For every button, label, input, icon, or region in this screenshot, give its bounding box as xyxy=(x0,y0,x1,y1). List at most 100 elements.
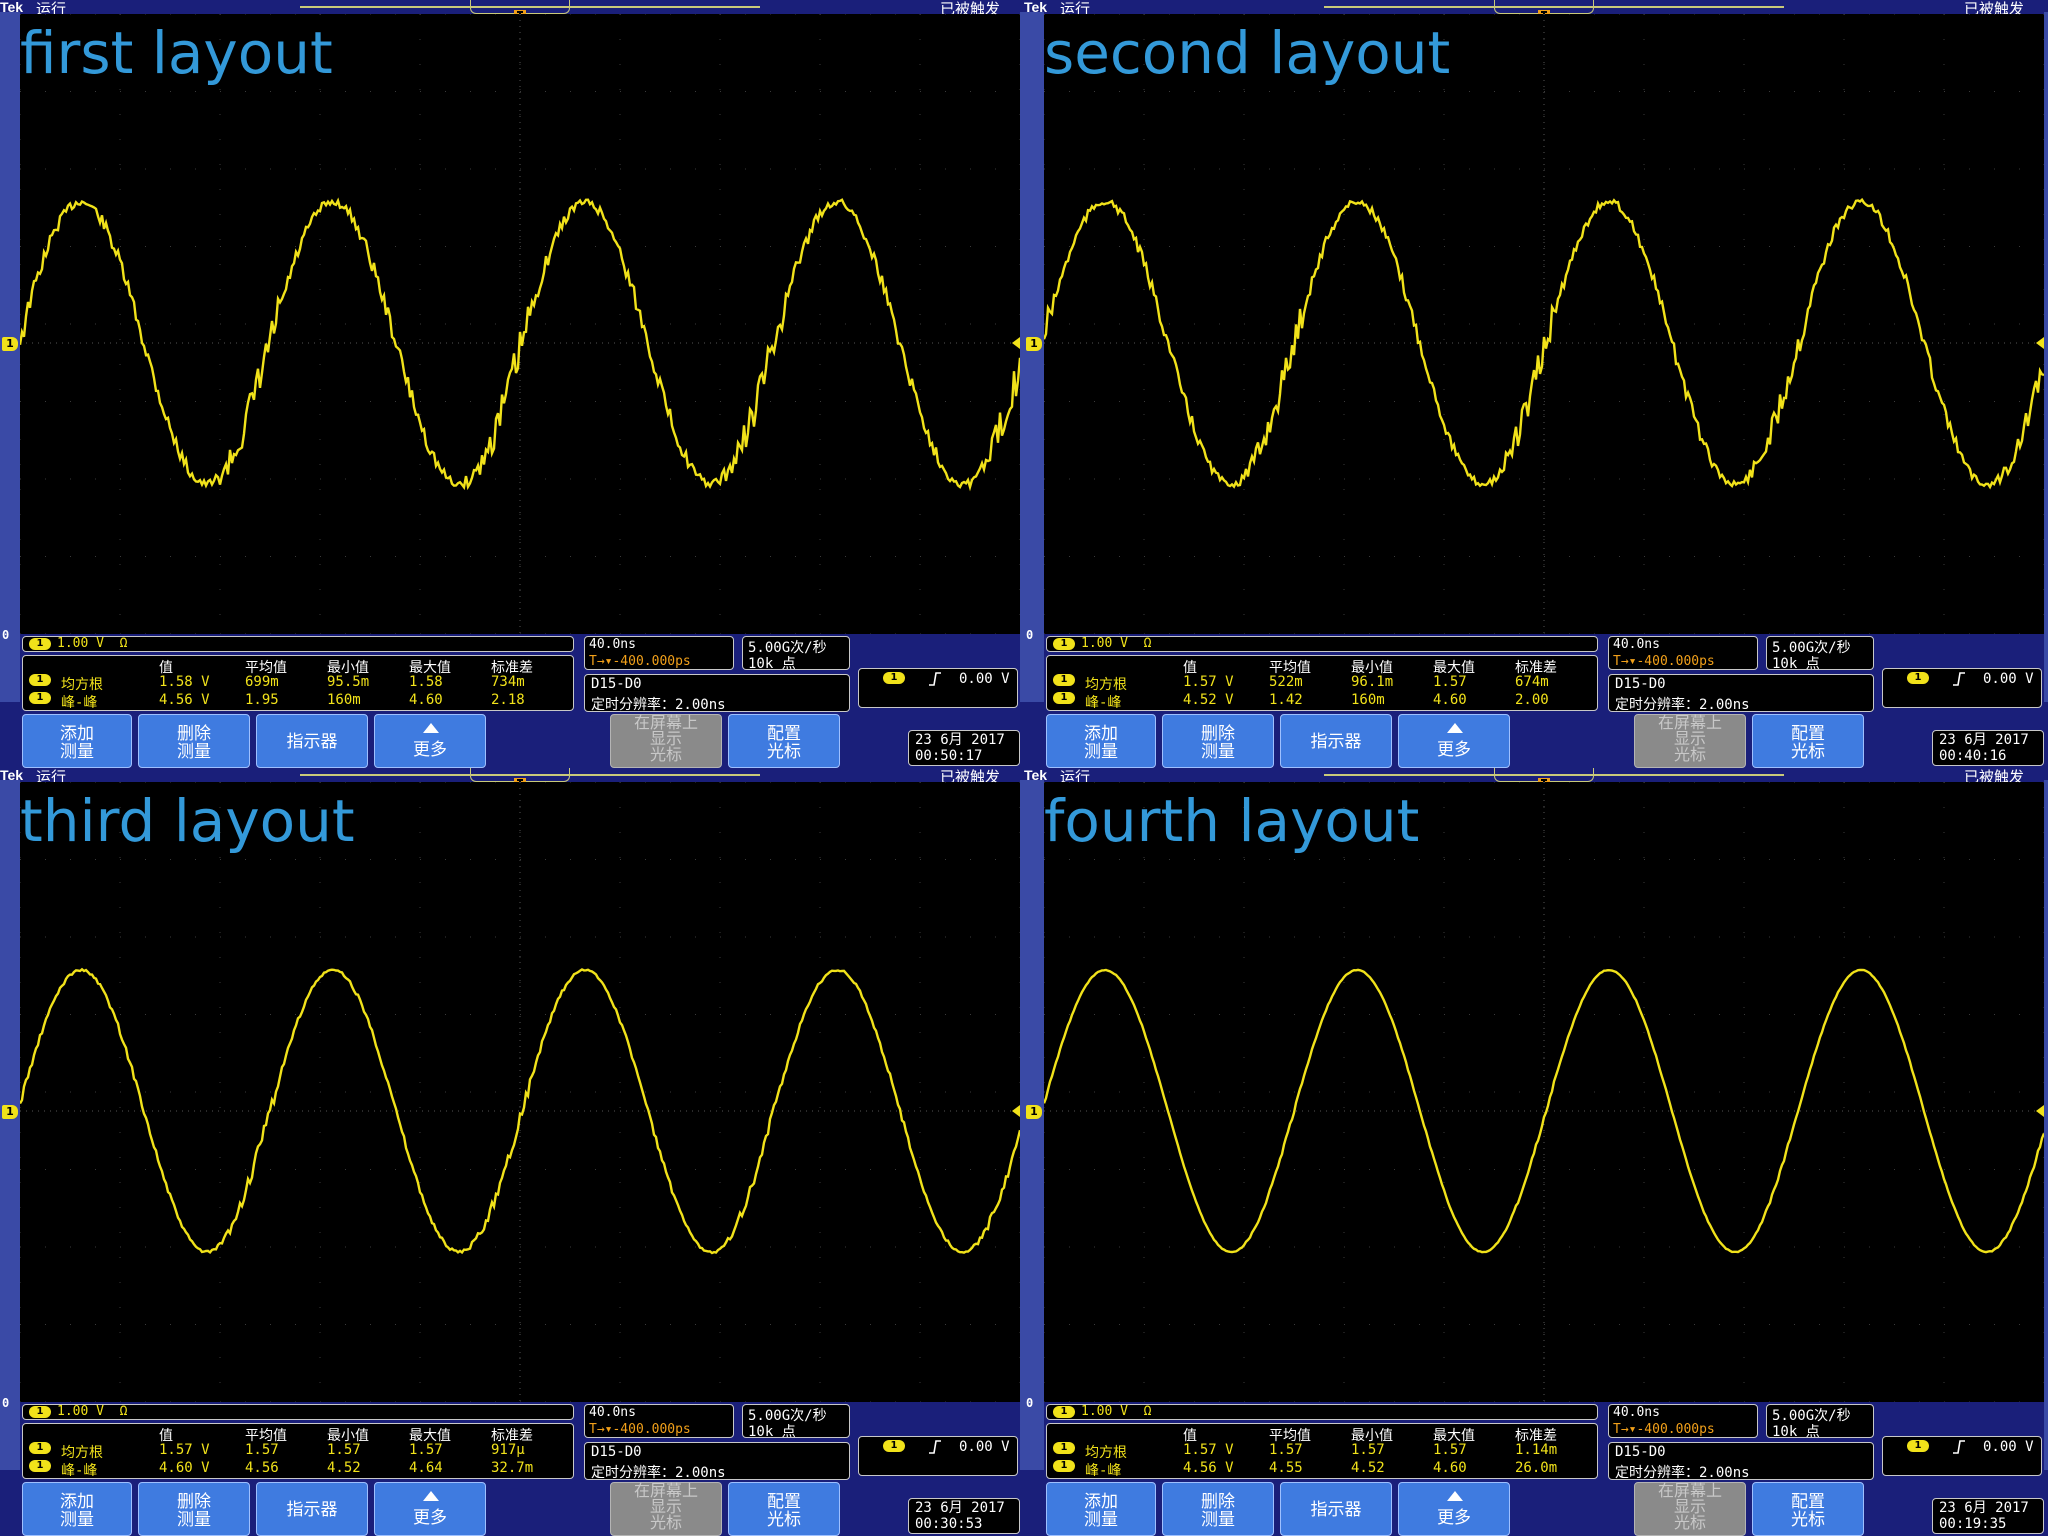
channel-scale: 1.00 V xyxy=(1081,1404,1128,1419)
trigger-readout[interactable]: 1 0.00 V xyxy=(1882,1436,2042,1476)
trigger-level-icon[interactable] xyxy=(1012,337,1020,349)
show-cursors-button[interactable]: 在屏幕上 显示 光标 xyxy=(1634,714,1746,768)
indicator-button[interactable]: 指示器 xyxy=(256,714,368,768)
configure-cursors-button[interactable]: 配置 光标 xyxy=(1752,1482,1864,1536)
rising-edge-icon xyxy=(1953,672,1965,686)
add-measurement-button[interactable]: 添加 测量 xyxy=(1046,714,1156,768)
rms-min: 96.1m xyxy=(1351,674,1394,690)
measurement-table[interactable]: 值 平均值 最小值 最大值 标准差 1 均方根 1.58 V 699m 95.5… xyxy=(22,655,574,711)
timebase-readout[interactable]: 40.0ns T→▾-400.000ps xyxy=(584,1404,734,1438)
right-frame xyxy=(2044,12,2048,702)
channel-scale: 1.00 V xyxy=(1081,636,1128,651)
time: 00:30:53 xyxy=(915,1516,983,1532)
channel-scale-readout[interactable]: 1 1.00 V Ω xyxy=(1046,1404,1598,1420)
date-time: 23 6月 2017 00:19:35 xyxy=(1932,1498,2044,1534)
more-button[interactable]: 更多 xyxy=(374,714,486,768)
more-label: 更多 xyxy=(413,740,447,760)
configure-cursors-button[interactable]: 配置 光标 xyxy=(728,1482,840,1536)
trigger-level: 0.00 V xyxy=(1983,671,2034,687)
pkpk-max: 4.60 xyxy=(1433,692,1467,708)
show-cursors-button[interactable]: 在屏幕上 显示 光标 xyxy=(1634,1482,1746,1536)
trigger-source-badge: 1 xyxy=(1907,672,1929,684)
configure-cursors-button[interactable]: 配置 光标 xyxy=(1752,714,1864,768)
waveform-display[interactable]: second layout xyxy=(1044,14,2044,634)
trigger-level-icon[interactable] xyxy=(2036,1105,2044,1117)
measurement-table[interactable]: 值 平均值 最小值 最大值 标准差 1 均方根 1.57 V 1.57 1.57… xyxy=(22,1423,574,1479)
indicator-button[interactable]: 指示器 xyxy=(1280,714,1392,768)
show-cursors-button[interactable]: 在屏幕上 显示 光标 xyxy=(610,714,722,768)
measurement-row-rms: 1 均方根 1.57 V 522m 96.1m 1.57 674m xyxy=(1047,674,1599,693)
configure-cursors-button[interactable]: 配置 光标 xyxy=(728,714,840,768)
status-bar: Tek 运行 已被触发 xyxy=(1024,768,2048,786)
channel-scale-readout[interactable]: 1 1.00 V Ω xyxy=(22,636,574,652)
acquisition-readout[interactable]: 5.00G次/秒 10k 点 xyxy=(742,1404,850,1440)
waveform-display[interactable]: first layout xyxy=(20,14,1020,634)
trigger-readout[interactable]: 1 0.00 V xyxy=(858,668,1018,708)
trigger-level-icon[interactable] xyxy=(1012,1105,1020,1117)
digital-channels-readout[interactable]: D15-D0 定时分辨率：2.00ns xyxy=(1608,1442,1874,1481)
waveform-display[interactable]: third layout xyxy=(20,782,1020,1402)
digital-channels-readout[interactable]: D15-D0 定时分辨率：2.00ns xyxy=(584,1442,850,1481)
left-frame xyxy=(0,780,20,1470)
rms-value: 1.57 V xyxy=(159,1442,210,1458)
channel-1-marker[interactable]: 1 xyxy=(2,337,18,351)
more-button[interactable]: 更多 xyxy=(374,1482,486,1536)
show-cursors-button[interactable]: 在屏幕上 显示 光标 xyxy=(610,1482,722,1536)
measurement-table[interactable]: 值 平均值 最小值 最大值 标准差 1 均方根 1.57 V 1.57 1.57… xyxy=(1046,1423,1598,1479)
channel-badge: 1 xyxy=(1053,674,1075,686)
rms-max: 1.58 xyxy=(409,674,443,690)
delete-measurement-button[interactable]: 删除 测量 xyxy=(1162,714,1274,768)
add-measurement-button[interactable]: 添加 测量 xyxy=(22,714,132,768)
rms-value: 1.57 V xyxy=(1183,1442,1234,1458)
delete-measurement-button[interactable]: 删除 测量 xyxy=(138,1482,250,1536)
acquisition-readout[interactable]: 5.00G次/秒 10k 点 xyxy=(1766,1404,1874,1440)
delete-measurement-button[interactable]: 删除 测量 xyxy=(138,714,250,768)
measurement-table[interactable]: 值 平均值 最小值 最大值 标准差 1 均方根 1.57 V 522m 96.1… xyxy=(1046,655,1598,711)
indicator-button[interactable]: 指示器 xyxy=(1280,1482,1392,1536)
channel-1-marker[interactable]: 1 xyxy=(1026,337,1042,351)
digital-channels-readout[interactable]: D15-D0 定时分辨率：2.00ns xyxy=(584,674,850,713)
rising-edge-icon xyxy=(929,1440,941,1454)
measurement-label: 均方根 xyxy=(61,1445,103,1461)
timebase-readout[interactable]: 40.0ns T→▾-400.000ps xyxy=(584,636,734,670)
right-frame xyxy=(2044,780,2048,1470)
channel-badge: 1 xyxy=(1053,1405,1075,1418)
add-measurement-button[interactable]: 添加 测量 xyxy=(1046,1482,1156,1536)
channel-1-marker[interactable]: 1 xyxy=(2,1105,18,1119)
indicator-button[interactable]: 指示器 xyxy=(256,1482,368,1536)
digital-channels-readout[interactable]: D15-D0 定时分辨率：2.00ns xyxy=(1608,674,1874,713)
impedance-icon: Ω xyxy=(1143,636,1152,651)
timebase-scale: 40.0ns xyxy=(589,1405,636,1420)
acquisition-readout[interactable]: 5.00G次/秒 10k 点 xyxy=(1766,636,1874,672)
measurement-label: 峰-峰 xyxy=(61,695,98,711)
channel-scale-readout[interactable]: 1 1.00 V Ω xyxy=(1046,636,1598,652)
more-button[interactable]: 更多 xyxy=(1398,1482,1510,1536)
timing-resolution: 定时分辨率：2.00ns xyxy=(591,697,726,713)
trigger-level-icon[interactable] xyxy=(2036,337,2044,349)
record-length: 10k 点 xyxy=(1772,1424,1820,1440)
timebase-readout[interactable]: 40.0ns T→▾-400.000ps xyxy=(1608,636,1758,670)
more-button[interactable]: 更多 xyxy=(1398,714,1510,768)
channel-scale-readout[interactable]: 1 1.00 V Ω xyxy=(22,1404,574,1420)
pkpk-mean: 4.56 xyxy=(245,1460,279,1476)
more-label: 更多 xyxy=(1437,1508,1471,1528)
timebase-readout[interactable]: 40.0ns T→▾-400.000ps xyxy=(1608,1404,1758,1438)
add-measurement-button[interactable]: 添加 测量 xyxy=(22,1482,132,1536)
rms-value: 1.57 V xyxy=(1183,674,1234,690)
waveform-display[interactable]: fourth layout xyxy=(1044,782,2044,1402)
layout-title: first layout xyxy=(20,19,333,87)
scope-screenshot-3: Tek 运行 已被触发 third layout 1 0 1 1.00 V Ω 值… xyxy=(0,768,1024,1536)
ground-marker: 0 xyxy=(2,1396,10,1410)
trigger-readout[interactable]: 1 0.00 V xyxy=(1882,668,2042,708)
trigger-readout[interactable]: 1 0.00 V xyxy=(858,1436,1018,1476)
status-bar: Tek 运行 已被触发 xyxy=(0,768,1024,786)
channel-badge: 1 xyxy=(29,1460,51,1472)
rms-min: 1.57 xyxy=(1351,1442,1385,1458)
measurement-header: 值 平均值 最小值 最大值 标准差 xyxy=(1047,1425,1599,1444)
channel-1-marker[interactable]: 1 xyxy=(1026,1105,1042,1119)
rms-max: 1.57 xyxy=(409,1442,443,1458)
impedance-icon: Ω xyxy=(1143,1404,1152,1419)
acquisition-readout[interactable]: 5.00G次/秒 10k 点 xyxy=(742,636,850,672)
delete-measurement-button[interactable]: 删除 测量 xyxy=(1162,1482,1274,1536)
measurement-row-pkpk: 1 峰-峰 4.56 V 1.95 160m 4.60 2.18 xyxy=(23,692,575,711)
